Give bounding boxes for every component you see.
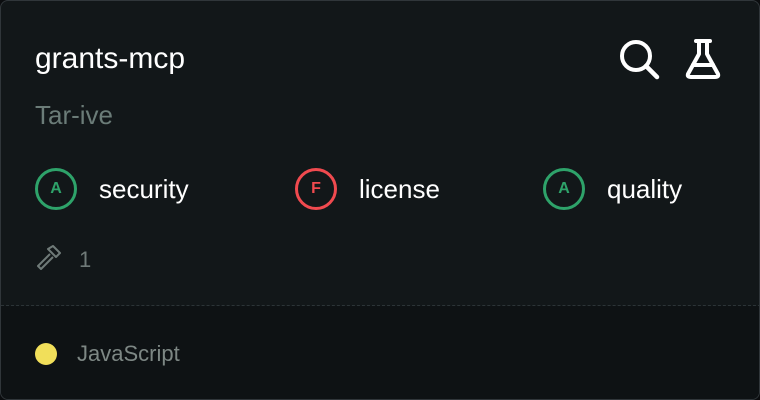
- license-grade-badge: F: [295, 168, 337, 210]
- server-card[interactable]: grants-mcp Tar-ive A security F license …: [0, 0, 760, 400]
- flask-icon[interactable]: [682, 37, 726, 81]
- tools-count-row: 1: [35, 244, 92, 277]
- language-indicator: JavaScript: [35, 340, 180, 368]
- tools-count: 1: [79, 247, 92, 272]
- search-icon[interactable]: [617, 37, 661, 81]
- security-grade-badge: A: [35, 168, 77, 210]
- security-label: security: [99, 173, 189, 204]
- license-label: license: [359, 173, 440, 204]
- server-author[interactable]: Tar-ive: [35, 97, 113, 133]
- license-score[interactable]: F license: [295, 165, 440, 213]
- card-footer: JavaScript: [1, 306, 759, 399]
- language-color-dot: [35, 343, 57, 365]
- score-row: A security F license A quality: [1, 165, 759, 213]
- security-score[interactable]: A security: [35, 165, 189, 213]
- hammer-icon: [35, 244, 63, 277]
- quality-grade-badge: A: [543, 168, 585, 210]
- server-title[interactable]: grants-mcp: [35, 39, 185, 79]
- language-name: JavaScript: [77, 341, 180, 366]
- quality-score[interactable]: A quality: [543, 165, 682, 213]
- quality-label: quality: [607, 173, 683, 204]
